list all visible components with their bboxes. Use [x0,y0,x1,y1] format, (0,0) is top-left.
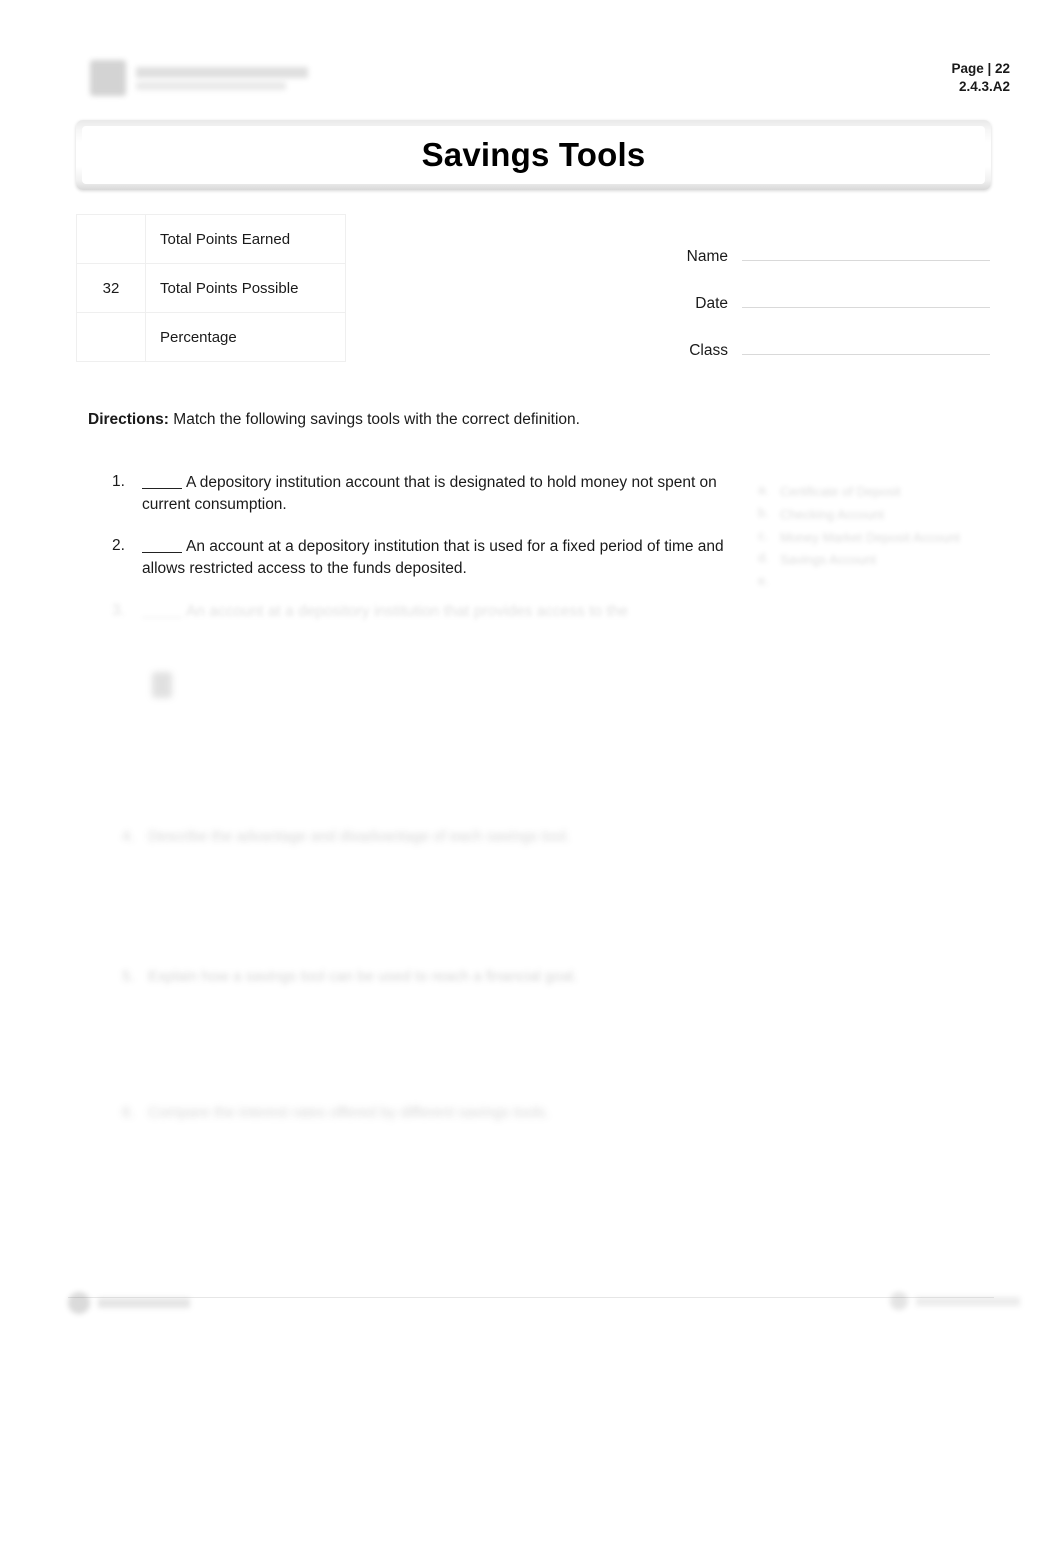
date-input-line[interactable] [742,287,990,308]
points-earned-value[interactable] [76,214,146,264]
item-number: 6. [122,1104,135,1121]
class-input-line[interactable] [742,334,990,355]
organization-logo [90,60,308,96]
page-header: Page | 22 2.4.3.A2 [0,0,1062,112]
footer-left-text [98,1298,190,1308]
option-letter: a. [758,482,769,497]
logo-wordmark-line-2 [136,81,286,90]
page-number: Page | 22 [951,61,1010,76]
footer-logo-icon [890,1292,908,1310]
question-text: An account at a depository institution t… [186,602,629,620]
class-field-row: Class [650,334,990,381]
option-letter: d. [758,550,769,566]
name-label: Name [686,248,728,265]
list-item[interactable]: a. Certificate of Deposit [758,482,998,503]
question-number: 3. [112,601,125,619]
short-answer-item-5: 5. Explain how a savings tool can be use… [122,966,908,989]
list-item[interactable]: d. Savings Account [758,550,998,571]
directions-prefix: Directions: [88,411,169,428]
item-prompt: Compare the interest rates offered by di… [148,1104,550,1121]
question-number: 2. [112,537,125,555]
handwritten-mark-icon [152,672,172,698]
option-label: Checking Account [780,506,885,522]
item-number: 5. [122,968,135,985]
option-label: Money Market Deposit Account [780,529,960,545]
name-field-row: Name [650,240,990,287]
date-field-row: Date [650,287,990,334]
question-text: An account at a depository institution t… [142,538,724,578]
title-banner: Savings Tools [76,120,991,190]
directions: Directions: Match the following savings … [88,411,580,429]
answer-options-list: a. Certificate of Deposit b. Checking Ac… [758,482,998,590]
table-row: Percentage [76,312,346,362]
answer-blank[interactable] [142,488,182,489]
logo-wordmark-line-1 [136,66,308,78]
footer-divider [68,1297,994,1298]
list-item[interactable]: b. Checking Account [758,505,998,526]
page-title: Savings Tools [421,136,646,173]
question-number: 1. [112,473,125,490]
matching-question-list: 1. A depository institution account that… [112,472,732,643]
list-item[interactable]: c. Money Market Deposit Account [758,528,998,549]
table-row: Total Points Earned [76,214,346,264]
option-letter: b. [758,504,769,520]
footer-logo-icon [68,1292,90,1314]
points-earned-label: Total Points Earned [145,214,346,264]
list-item: 3. An account at a depository institutio… [112,601,732,623]
option-label: Savings Account [780,552,877,568]
option-letter: c. [758,527,769,543]
footer-branding-left [68,1292,190,1314]
question-text: A depository institution account that is… [142,474,717,514]
answer-blank[interactable] [142,552,182,554]
points-table: Total Points Earned 32 Total Points Poss… [76,214,346,362]
short-answer-item-6: 6. Compare the interest rates offered by… [122,1102,1018,1125]
list-item: 2. An account at a depository institutio… [112,536,732,580]
short-answer-item-4: 4. Describe the advantage and disadvanta… [122,826,908,849]
student-info-block: Name Date Class [650,240,990,381]
points-possible-value: 32 [76,263,146,313]
question-body: An account at a depository institution t… [142,601,732,623]
page-meta: Page | 22 2.4.3.A2 [951,60,1010,96]
directions-text: Match the following savings tools with t… [173,411,580,428]
option-letter: e. [758,573,769,589]
name-input-line[interactable] [742,240,990,261]
answer-blank[interactable] [142,616,182,618]
footer-right-text [916,1296,1020,1306]
item-prompt: Explain how a savings tool can be used t… [148,968,578,985]
title-banner-inner: Savings Tools [82,126,985,184]
percentage-value[interactable] [76,312,146,362]
table-row: 32 Total Points Possible [76,263,346,313]
question-body: An account at a depository institution t… [142,536,732,580]
document-code: 2.4.3.A2 [958,79,1010,95]
worksheet-page: Page | 22 2.4.3.A2 Savings Tools Total P… [0,0,1062,1556]
item-prompt: Describe the advantage and disadvantage … [148,828,570,845]
question-body: A depository institution account that is… [142,472,732,516]
list-item[interactable]: e. [758,573,998,588]
option-label: Certificate of Deposit [780,484,901,499]
logo-wordmark [136,66,308,90]
item-number: 4. [122,828,135,845]
percentage-label: Percentage [145,312,346,362]
logo-mark-icon [90,60,126,96]
list-item: 1. A depository institution account that… [112,472,732,516]
class-label: Class [689,342,728,359]
points-possible-label: Total Points Possible [145,263,346,313]
footer-branding-right [890,1292,1020,1310]
date-label: Date [695,295,728,312]
